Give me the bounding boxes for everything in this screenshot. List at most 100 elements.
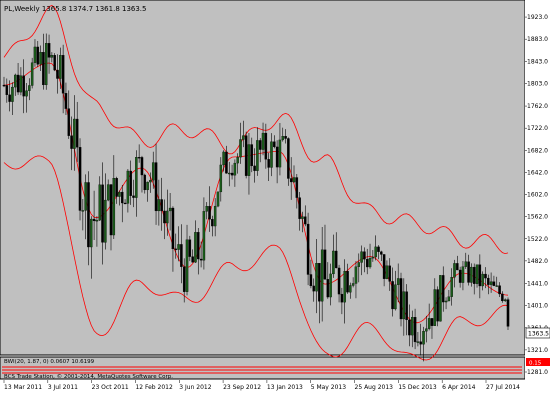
bull-candle — [371, 256, 375, 259]
bull-candle — [394, 284, 397, 310]
bull-candle — [112, 178, 116, 236]
bear-candle — [430, 318, 434, 326]
bull-candle — [301, 216, 304, 219]
bear-candle — [182, 266, 186, 292]
price-chart: 1923.0 1883.0 1843.0 1803.0 1762.0 1722.0 1682… — [0, 0, 550, 413]
bear-candle — [492, 281, 496, 286]
bear-candle — [456, 263, 459, 271]
bull-candle — [447, 296, 451, 302]
bear-candle — [123, 202, 127, 205]
time-tick-label: 12 Feb 2012 — [135, 384, 173, 391]
bear-candle — [22, 75, 25, 97]
bear-candle — [87, 182, 90, 248]
bear-candle — [16, 74, 20, 93]
bear-candle — [188, 239, 192, 257]
price-tick-label: 1562.0 — [527, 214, 548, 221]
bear-candle — [436, 289, 439, 322]
bear-candle — [47, 43, 51, 58]
bear-candle — [478, 264, 482, 287]
bull-candle — [292, 177, 296, 183]
bear-candle — [506, 299, 510, 327]
bear-candle — [441, 275, 445, 303]
price-tick-label: 1923.0 — [527, 14, 548, 21]
time-tick-label: 23 Sep 2012 — [223, 384, 261, 391]
price-tick-label: 1441.0 — [527, 281, 548, 288]
bear-candle — [2, 84, 6, 87]
bear-candle — [191, 256, 194, 263]
bull-candle — [357, 262, 361, 267]
indicator-value-label: 0.15 — [529, 361, 542, 367]
bull-candle — [205, 206, 208, 212]
bull-candle — [433, 289, 437, 326]
bull-candle — [30, 62, 34, 86]
bull-candle — [444, 300, 448, 303]
bull-candle — [185, 239, 189, 292]
bull-candle — [475, 264, 479, 284]
bear-candle — [264, 132, 268, 160]
bull-candle — [135, 157, 138, 198]
bull-candle — [106, 184, 110, 201]
bull-candle — [396, 278, 400, 285]
bear-candle — [498, 285, 501, 295]
bull-candle — [247, 144, 251, 176]
price-tick-label: 1522.0 — [527, 236, 548, 243]
bear-candle — [391, 281, 394, 310]
chart-header: PL,Weekly 1365.8 1374.7 1361.8 1363.5 — [4, 5, 147, 13]
bear-candle — [70, 135, 73, 149]
bull-candle — [233, 162, 237, 176]
time-tick-label: 25 Aug 2013 — [355, 384, 394, 391]
bull-candle — [368, 257, 372, 268]
bull-candle — [239, 139, 242, 158]
price-tick-label: 1803.0 — [527, 80, 548, 87]
bear-candle — [42, 52, 45, 86]
bear-candle — [289, 178, 293, 183]
bull-candle — [315, 263, 318, 292]
bear-candle — [225, 151, 228, 174]
bull-candle — [425, 328, 428, 332]
bull-candle — [90, 218, 93, 248]
bull-candle — [464, 261, 468, 267]
bull-candle — [416, 341, 420, 343]
time-tick-label: 15 Dec 2013 — [398, 384, 437, 391]
bull-candle — [194, 232, 197, 263]
time-tick-label: 13 Jan 2013 — [267, 384, 303, 391]
bear-candle — [273, 141, 276, 148]
bull-candle — [33, 46, 37, 63]
bear-candle — [230, 172, 234, 176]
bear-candle — [501, 293, 504, 302]
bull-candle — [104, 199, 107, 243]
bear-candle — [419, 341, 422, 345]
bear-candle — [467, 261, 470, 283]
bull-candle — [349, 285, 352, 293]
bear-candle — [115, 178, 118, 197]
bull-candle — [149, 179, 152, 183]
bull-candle — [402, 291, 406, 320]
bull-candle — [73, 118, 76, 149]
price-tick-label: 1722.0 — [527, 125, 548, 132]
bull-candle — [495, 285, 498, 287]
bear-candle — [484, 273, 487, 279]
time-tick-label: 6 Apr 2014 — [442, 384, 475, 391]
bull-candle — [39, 52, 42, 65]
bull-candle — [157, 199, 161, 212]
bear-candle — [180, 244, 183, 267]
bear-candle — [295, 177, 299, 198]
price-tick-label: 1281.0 — [527, 369, 548, 376]
bull-candle — [95, 220, 99, 222]
bull-candle — [59, 55, 62, 79]
chart-window[interactable]: 1923.0 1883.0 1843.0 1803.0 1762.0 1722.0 1682… — [0, 0, 550, 413]
bull-candle — [98, 184, 101, 221]
bear-candle — [382, 254, 386, 279]
price-tick-label: 1843.0 — [527, 58, 548, 65]
bear-candle — [109, 184, 113, 236]
bull-candle — [177, 244, 180, 250]
bull-candle — [228, 172, 231, 175]
bull-candle — [453, 263, 456, 278]
bear-candle — [64, 93, 68, 109]
bear-candle — [154, 162, 158, 212]
bear-candle — [334, 250, 338, 269]
bear-candle — [36, 46, 40, 65]
bull-candle — [411, 317, 414, 336]
bull-candle — [236, 156, 239, 164]
bear-candle — [399, 278, 403, 320]
